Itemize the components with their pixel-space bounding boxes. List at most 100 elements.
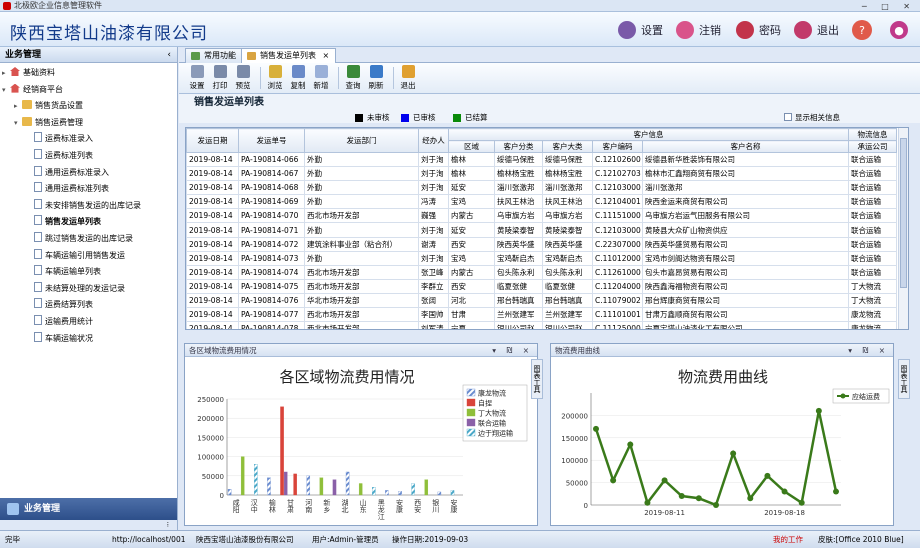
sidebar-item[interactable]: 车辆运输单列表 [0,264,177,281]
table-row[interactable]: 2019-08-14 PA-190814-070 西北市场开发部 巍强 内蒙古 乌审旗方岩… [186,208,897,224]
table-row[interactable]: 2019-08-14 PA-190814-069 外勤 冯涛 宝鸡 扶风王林治 扶风王林治 C… [186,194,897,210]
y-tick-label: 200000 [197,415,224,423]
business-management-button[interactable]: 业务管理 [0,498,177,520]
tree-expander-icon[interactable]: ▸ [2,65,10,82]
show-related-checkbox[interactable] [784,113,792,121]
sidebar-item[interactable]: 未结算处理的发运记录 [0,281,177,298]
toolbar-print-button[interactable]: 打印 [210,63,230,93]
sidebar-item[interactable]: 车辆运输引用销售发运 [0,248,177,265]
data-point [713,502,719,508]
tab-common-functions[interactable]: 常用功能 [185,48,243,63]
tree-expander-icon[interactable]: ▾ [2,82,10,99]
table-row[interactable]: 2019-08-14 PA-190814-066 外勤 刘于洵 榆林 绥德马保胜 绥德马保胜… [186,151,897,168]
help-button[interactable]: ? [852,20,877,40]
table-row[interactable]: 2019-08-14 PA-190814-078 西北市场开发部 刘军涛 宁夏 银川公司赵… [186,321,897,329]
table-row[interactable]: 2019-08-14 PA-190814-067 外勤 刘于洵 榆林 榆林杨宝胜 榆林杨宝胜… [186,166,897,182]
sidebar-item[interactable]: 运输费用统计 [0,314,177,331]
sidebar-item[interactable]: ▾ 经销商平台 [0,82,177,99]
table-row[interactable]: 2019-08-14 PA-190814-076 华北市场开发部 张阔 河北 邢台韩瑞真邢… [186,292,897,309]
panel-controls[interactable]: ▾ ₪ × [848,344,889,357]
tree-expander-icon[interactable]: ▾ [14,115,22,132]
sidebar-item[interactable]: 未安排销售发运的出库记录 [0,198,177,215]
sidebar-item[interactable]: 通用运费标准列表 [0,181,177,198]
skin-selector[interactable]: 皮肤:[Office 2010 Blue] [818,531,904,548]
sidebar-item[interactable]: 车辆运输状况 [0,331,177,348]
column-header[interactable]: 发运单号 [238,128,305,153]
toolbar-settings-button[interactable]: 设置 [187,63,207,93]
sidebar-item[interactable]: ▸ 销售货品设置 [0,98,177,115]
y-tick-label: 200000 [561,412,588,420]
table-cell: 西北市场开发部 [304,278,419,294]
sidebar-item-label: 运输费用统计 [45,316,93,326]
chart-tools-tab-right[interactable]: 图表工具 [898,359,910,399]
data-point [695,495,702,502]
tree-expander-icon[interactable]: ▸ [14,98,22,115]
column-header[interactable]: 区域 [448,140,495,153]
grid-group-header-row: 发运日期 发运单号 发运部门 经办人 客户信息 物流信息 [186,128,897,153]
toolbar-add-button[interactable]: 新增 [311,63,331,93]
header-key-button[interactable]: 密码 [736,20,781,40]
table-row[interactable]: 2019-08-14 PA-190814-072 建筑涂料事业部（粘合剂） 谢涛 西安陕… [186,236,897,252]
toolbar-exit-button[interactable]: 退出 [398,63,418,93]
sidebar-grip[interactable]: ⁝ [0,520,177,530]
table-cell: 淄川张激邦 [642,180,849,196]
column-header[interactable]: 经办人 [418,128,449,153]
sidebar-item[interactable]: ▾ 销售运费管理 [0,115,177,132]
legend-entry: 自捏 [478,399,492,408]
sidebar-item[interactable]: ▸ 基础资料 [0,65,177,82]
status-legend: 未审核 已审核 已结算 显示相关信息 [179,112,920,123]
toolbar-refresh-button[interactable]: 刷新 [366,63,386,93]
table-cell: 榆林杨宝胜 [494,166,543,182]
table-cell: 陕西英华盛贸易有限公司 [642,236,849,252]
chart-tools-tab-left[interactable]: 图表工具 [531,359,543,399]
sidebar-collapse-button[interactable]: ‹ [167,47,171,63]
bar [450,490,455,496]
table-row[interactable]: 2019-08-14 PA-190814-074 西北市场开发部 张卫峰 内蒙古 包头陈永… [186,264,897,280]
column-header[interactable]: 发运部门 [304,128,419,153]
sidebar-item[interactable]: 运费标准录入 [0,131,177,148]
header-power-button[interactable]: 退出 [794,20,839,40]
my-work-link[interactable]: 我的工作 [773,531,803,548]
page-icon [34,215,42,226]
table-row[interactable]: 2019-08-14 PA-190814-075 西北市场开发部 李群立 西安 临夏张健临… [186,278,897,294]
column-header[interactable]: 发运日期 [186,128,239,153]
scrollbar-thumb[interactable] [900,138,907,288]
header-button-label: 退出 [817,24,839,37]
column-header[interactable]: 客户名称 [642,140,849,153]
exit-icon [401,65,415,78]
bar [240,456,245,496]
table-row[interactable]: 2019-08-14 PA-190814-077 西北市场开发部 李国帅 甘肃 兰州张建军… [186,307,897,323]
toolbar-copy-button[interactable]: 复制 [288,63,308,93]
column-header[interactable]: 客户分类 [494,140,543,153]
sidebar-item[interactable]: 跳过销售发运的出库记录 [0,231,177,248]
header-gear-button[interactable]: 设置 [618,20,663,40]
sidebar-item[interactable]: 运费标准列表 [0,148,177,165]
table-cell: 银川公司赵 [542,321,593,329]
folder-icon [22,100,32,110]
table-cell: 甘肃万鑫顺商贸有限公司 [642,307,849,323]
data-point [764,472,771,479]
grid-vertical-scrollbar[interactable] [898,128,908,329]
tab-label: 常用功能 [204,51,236,60]
y-tick-label: 100000 [561,457,588,465]
column-header[interactable]: 客户大类 [542,140,593,153]
table-row[interactable]: 2019-08-14 PA-190814-073 外勤 刘于洵 宝鸡 宝鸡靳启杰 宝鸡靳启杰… [186,250,897,266]
theme-button[interactable]: ● [890,20,913,40]
column-header[interactable]: 客户编码 [592,140,643,153]
column-header[interactable]: 承运公司 [848,140,897,153]
y-tick-label: 150000 [561,435,588,443]
show-related-toggle[interactable]: 显示相关信息 [784,112,840,123]
table-row[interactable]: 2019-08-14 PA-190814-071 外勤 刘于洵 延安 黄陵梁泰智 黄陵梁泰智… [186,222,897,238]
header-lock-button[interactable]: 注销 [676,20,721,40]
tab-close-icon[interactable]: × [323,51,330,60]
toolbar-browse-button[interactable]: 浏览 [265,63,285,93]
sidebar-item[interactable]: 销售发运单列表 [0,214,177,231]
table-row[interactable]: 2019-08-14 PA-190814-068 外勤 刘于洵 延安 淄川张激邦 淄川张激邦… [186,180,897,196]
sidebar-item[interactable]: 运费结算列表 [0,297,177,314]
table-cell: 丁大物流 [848,278,897,294]
panel-controls[interactable]: ▾ ₪ × [492,344,533,357]
tab-shipment-list[interactable]: 销售发运单列表 × [241,48,337,63]
sidebar-item[interactable]: 通用运费标准录入 [0,165,177,182]
toolbar-preview-button[interactable]: 预览 [233,63,253,93]
toolbar-search-button[interactable]: 查询 [343,63,363,93]
